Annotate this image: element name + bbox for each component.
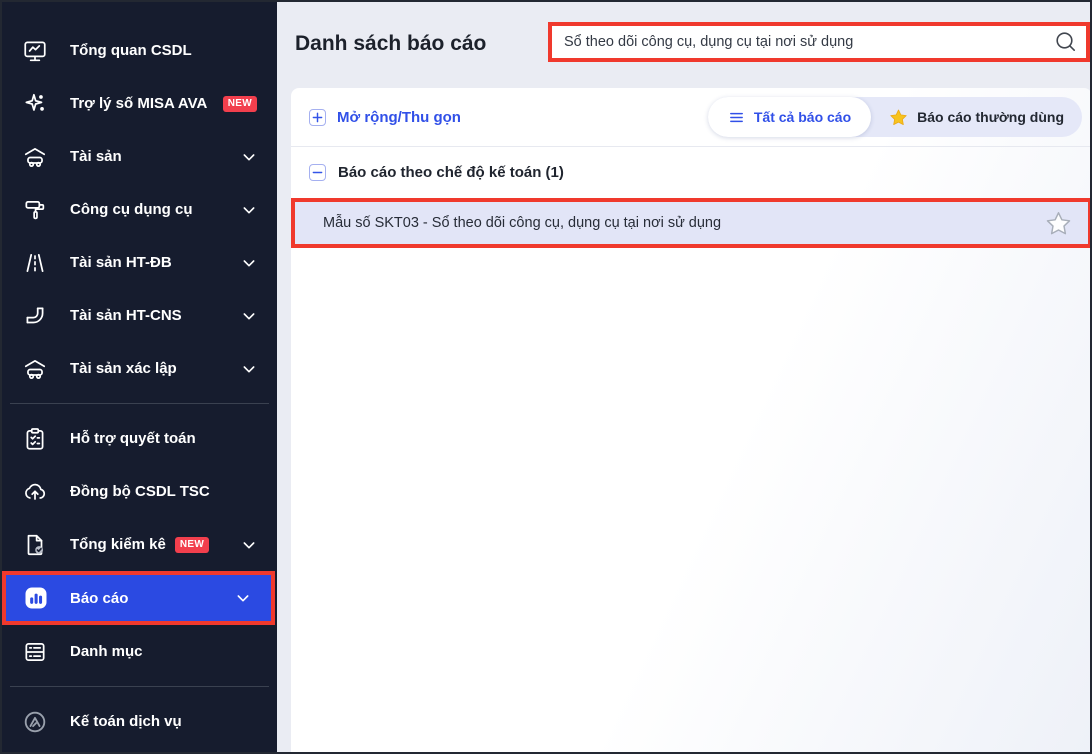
misa-logo-icon [22, 709, 48, 735]
sidebar-item-ke-toan-dich-vu[interactable]: Kế toán dịch vụ [0, 695, 277, 748]
plus-square-icon [309, 109, 326, 126]
report-section-title: Báo cáo theo chế độ kế toán (1) [338, 164, 564, 181]
asset-garage-car-icon [22, 144, 48, 170]
sidebar-item-label: Trợ lý số MISA AVA [70, 95, 207, 112]
hamburger-icon [728, 109, 745, 126]
sidebar-item-ho-tro-quyet-toan[interactable]: Hỗ trợ quyết toán [0, 412, 277, 465]
sidebar-divider [10, 686, 269, 687]
sidebar-divider [10, 403, 269, 404]
cloud-upload-icon [22, 479, 48, 505]
paint-roller-icon [22, 197, 48, 223]
sidebar-item-tai-san-xac-lap[interactable]: Tài sản xác lập [0, 342, 277, 395]
road-icon [22, 250, 48, 276]
sidebar-item-label: Đồng bộ CSDL TSC [70, 483, 210, 500]
sidebar-item-label: Công cụ dụng cụ [70, 201, 192, 218]
chevron-down-icon [235, 590, 251, 606]
sidebar-item-tong-quan-csdl[interactable]: Tổng quan CSDL [0, 24, 277, 77]
sidebar-item-label: Tài sản xác lập [70, 360, 177, 377]
page-title: Danh sách báo cáo [295, 0, 486, 88]
chevron-down-icon [241, 308, 257, 324]
sidebar-item-label: Danh mục [70, 643, 143, 660]
sidebar-item-tong-kiem-ke[interactable]: Tổng kiểm kê NEW [0, 518, 277, 571]
app-window: Tổng quan CSDL Trợ lý số MISA AVA NEW [0, 0, 1092, 754]
annotation-box-search [548, 22, 1090, 62]
filter-favorites-label: Báo cáo thường dùng [917, 109, 1064, 125]
sidebar-item-tro-ly-so-misa-ava[interactable]: Trợ lý số MISA AVA NEW [0, 77, 277, 130]
catalog-list-icon [22, 639, 48, 665]
pipe-icon [22, 303, 48, 329]
document-check-icon [22, 532, 48, 558]
sidebar-item-label: Kế toán dịch vụ [70, 713, 182, 730]
sidebar-item-label: Hỗ trợ quyết toán [70, 430, 196, 447]
report-section-header[interactable]: Báo cáo theo chế độ kế toán (1) [291, 147, 1092, 198]
chevron-down-icon [241, 202, 257, 218]
sidebar-item-label: Tổng kiểm kê [70, 536, 166, 553]
report-toolbar: Mở rộng/Thu gọn Tất cả báo cáo [291, 88, 1092, 146]
sidebar-item-label: Báo cáo [70, 590, 128, 607]
search-icon[interactable] [1054, 30, 1078, 54]
chevron-down-icon [241, 361, 257, 377]
sidebar-item-tai-san-ht-db[interactable]: Tài sản HT-ĐB [0, 236, 277, 289]
filter-favorites-tab[interactable]: Báo cáo thường dùng [871, 97, 1082, 137]
sidebar-item-label: Tài sản HT-ĐB [70, 254, 172, 271]
bar-chart-icon [22, 584, 50, 612]
clipboard-check-icon [22, 426, 48, 452]
sidebar: Tổng quan CSDL Trợ lý số MISA AVA NEW [0, 0, 277, 754]
annotation-box-report-row: Mẫu số SKT03 - Sổ theo dõi công cụ, dụng… [291, 198, 1092, 248]
sidebar-item-label: Tài sản [70, 148, 122, 165]
star-icon [889, 108, 908, 127]
sidebar-item-label: Tài sản HT-CNS [70, 307, 182, 324]
expand-collapse-button[interactable]: Mở rộng/Thu gọn [309, 109, 461, 126]
sparkle-icon [22, 91, 48, 117]
expand-collapse-label: Mở rộng/Thu gọn [337, 109, 461, 126]
main-area: Danh sách báo cáo Mở rộ [277, 0, 1092, 754]
asset-garage-car-icon [22, 356, 48, 382]
favorite-star-icon[interactable] [1045, 210, 1072, 237]
sidebar-item-tai-san-ht-cns[interactable]: Tài sản HT-CNS [0, 289, 277, 342]
sidebar-item-bao-cao[interactable]: Báo cáo [6, 575, 271, 621]
report-row-title: Mẫu số SKT03 - Sổ theo dõi công cụ, dụng… [323, 215, 721, 231]
sidebar-item-dong-bo-csdl-tsc[interactable]: Đồng bộ CSDL TSC [0, 465, 277, 518]
chevron-down-icon [241, 255, 257, 271]
sidebar-item-danh-muc[interactable]: Danh mục [0, 625, 277, 678]
report-filter-toggle: Tất cả báo cáo Báo cáo thường dùng [708, 97, 1082, 137]
report-row-skt03[interactable]: Mẫu số SKT03 - Sổ theo dõi công cụ, dụng… [295, 202, 1088, 244]
filter-all-label: Tất cả báo cáo [754, 109, 851, 125]
dashboard-monitor-icon [22, 38, 48, 64]
search-input[interactable] [564, 34, 1054, 50]
filter-all-reports-tab[interactable]: Tất cả báo cáo [708, 97, 871, 137]
minus-square-icon [309, 164, 326, 181]
sidebar-item-tai-san[interactable]: Tài sản [0, 130, 277, 183]
chevron-down-icon [241, 537, 257, 553]
report-list-panel: Mở rộng/Thu gọn Tất cả báo cáo [291, 88, 1092, 754]
main-header: Danh sách báo cáo [277, 0, 1092, 88]
chevron-down-icon [241, 149, 257, 165]
sidebar-item-label: Tổng quan CSDL [70, 42, 192, 59]
new-badge: NEW [175, 537, 209, 553]
annotation-box-sidebar-bao-cao: Báo cáo [2, 571, 275, 625]
new-badge: NEW [223, 96, 257, 112]
sidebar-item-cong-cu-dung-cu[interactable]: Công cụ dụng cụ [0, 183, 277, 236]
